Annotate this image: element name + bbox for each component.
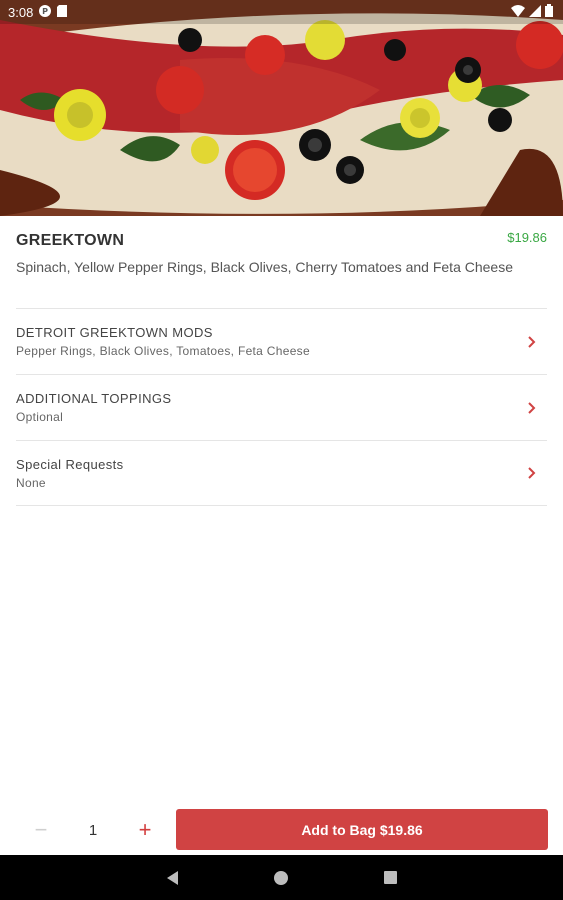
item-title: GREEKTOWN xyxy=(16,232,125,249)
item-header: GREEKTOWN $19.86 Spinach, Yellow Pepper … xyxy=(16,228,547,276)
options-list: DETROIT GREEKTOWN MODS Pepper Rings, Bla… xyxy=(16,308,547,506)
add-to-bag-button[interactable]: Add to Bag $19.86 xyxy=(176,809,548,850)
increase-quantity-button[interactable]: + xyxy=(132,817,158,843)
option-title: Special Requests xyxy=(16,456,124,472)
recent-apps-icon[interactable] xyxy=(383,871,397,884)
chevron-right-icon xyxy=(527,401,537,415)
svg-text:P: P xyxy=(42,7,48,16)
home-icon[interactable] xyxy=(273,870,288,885)
decrease-quantity-button[interactable]: − xyxy=(28,817,54,843)
signal-icon xyxy=(529,4,541,20)
battery-icon xyxy=(545,4,553,20)
pizza-image xyxy=(0,0,563,216)
system-nav-bar xyxy=(0,855,563,900)
option-row-special-requests[interactable]: Special Requests None xyxy=(16,440,547,506)
option-subtitle: Pepper Rings, Black Olives, Tomatoes, Fe… xyxy=(16,344,310,358)
option-title: ADDITIONAL TOPPINGS xyxy=(16,391,172,406)
item-description: Spinach, Yellow Pepper Rings, Black Oliv… xyxy=(16,259,514,275)
wifi-icon xyxy=(511,4,525,20)
back-icon[interactable] xyxy=(166,870,178,885)
chevron-right-icon xyxy=(527,466,537,480)
chevron-right-icon xyxy=(527,335,537,349)
cart-bar: − 1 + Add to Bag $19.86 xyxy=(0,805,563,855)
sd-card-icon xyxy=(57,4,68,20)
parking-icon: P xyxy=(39,4,52,20)
option-title: DETROIT GREEKTOWN MODS xyxy=(16,325,213,340)
option-row-additional-toppings[interactable]: ADDITIONAL TOPPINGS Optional xyxy=(16,374,547,440)
option-subtitle: Optional xyxy=(16,410,64,424)
option-subtitle: None xyxy=(16,475,46,490)
pizza-photo xyxy=(0,0,563,216)
quantity-value: 1 xyxy=(88,821,98,839)
status-time: 3:08 xyxy=(8,4,34,20)
status-bar: 3:08 P xyxy=(0,0,563,24)
quantity-stepper: − 1 + xyxy=(28,817,158,843)
option-row-greektown-mods[interactable]: DETROIT GREEKTOWN MODS Pepper Rings, Bla… xyxy=(16,308,547,374)
item-price: $19.86 xyxy=(507,230,547,245)
